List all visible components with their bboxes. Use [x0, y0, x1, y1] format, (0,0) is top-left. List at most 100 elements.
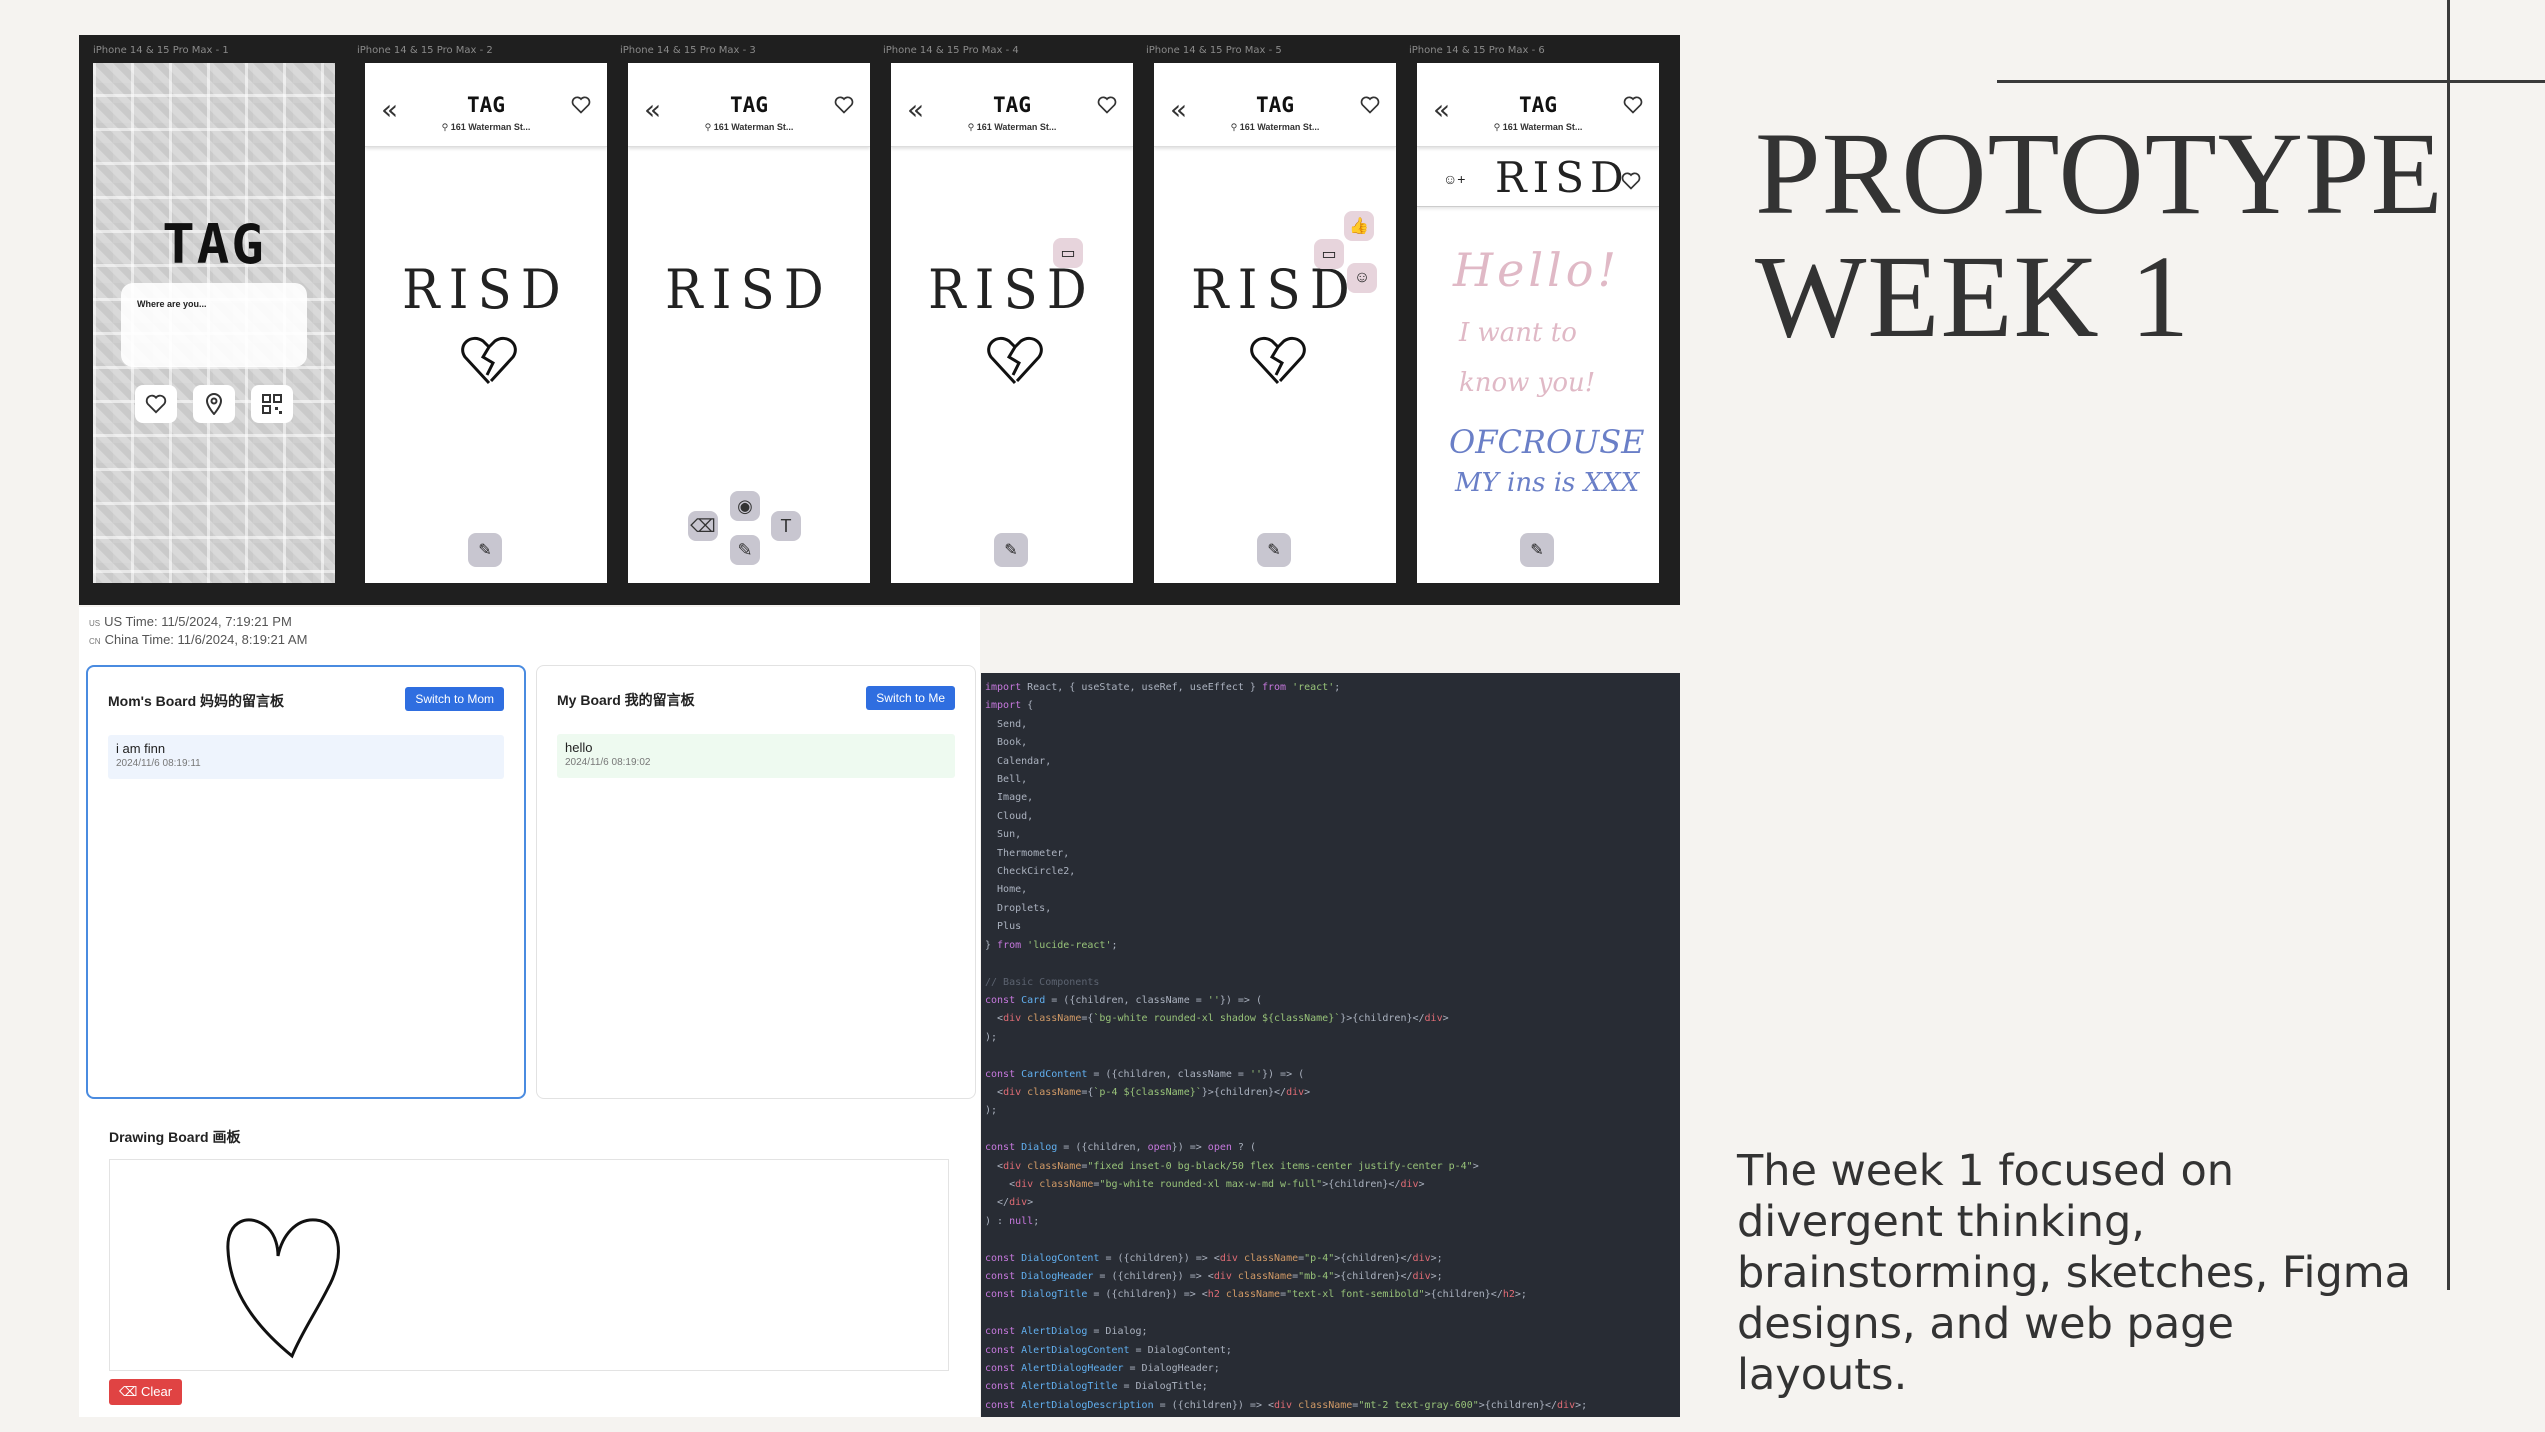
code-line: );: [985, 1031, 998, 1043]
frame-label: iPhone 14 & 15 Pro Max - 2: [357, 45, 493, 56]
code-line: const AlertDialogDescription = ({childre…: [985, 1399, 1588, 1411]
qr-code-icon: [262, 394, 282, 414]
heart-icon[interactable]: [1097, 95, 1117, 115]
heart-button[interactable]: [135, 385, 177, 423]
palette-button[interactable]: ◉: [730, 491, 760, 521]
location-button[interactable]: [193, 385, 235, 423]
china-time: CN China Time: 11/6/2024, 8:19:21 AM: [89, 632, 308, 647]
code-line: Plus: [985, 921, 1022, 933]
phone-frame-map[interactable]: TAG Where are you...: [93, 63, 335, 583]
handwriting-line: Hello!: [1453, 243, 1620, 297]
heart-icon[interactable]: [1360, 95, 1380, 115]
pen-button[interactable]: ✎: [1520, 533, 1554, 567]
phone-header: « TAG ⚲ 161 Waterman St...: [365, 63, 607, 147]
code-line: Book,: [985, 737, 1028, 749]
drawing-board: Drawing Board 画板 ⌫ Clear: [89, 1107, 969, 1412]
switch-to-me-button[interactable]: Switch to Me: [866, 686, 955, 710]
figma-frames-strip: iPhone 14 & 15 Pro Max - 1 TAG Where are…: [79, 35, 1680, 605]
frame-label: iPhone 14 & 15 Pro Max - 4: [883, 45, 1019, 56]
pencil-icon: ✎: [1530, 542, 1544, 559]
address-label: ⚲ 161 Waterman St...: [1493, 122, 1583, 132]
title-line-1: PROTOTYPE: [1755, 108, 2444, 239]
phone-header: « TAG ⚲ 161 Waterman St...: [891, 63, 1133, 147]
frame-label: iPhone 14 & 15 Pro Max - 5: [1146, 45, 1282, 56]
frame-label: iPhone 14 & 15 Pro Max - 1: [93, 45, 229, 56]
code-editor[interactable]: import React, { useState, useRef, useEff…: [981, 673, 1680, 1417]
pen-button[interactable]: ✎: [994, 533, 1028, 567]
web-board-app: US US Time: 11/5/2024, 7:19:21 PM CN China…: [79, 607, 980, 1417]
heart-icon[interactable]: [571, 95, 591, 115]
address-label: ⚲ 161 Waterman St...: [704, 122, 794, 132]
pencil-icon: ✎: [737, 539, 753, 560]
eraser-icon: ⌫: [690, 515, 716, 536]
message-item[interactable]: i am finn 2024/11/6 08:19:11: [108, 735, 504, 779]
like-button[interactable]: 👍: [1344, 211, 1374, 241]
clear-button[interactable]: ⌫ Clear: [109, 1379, 183, 1405]
message-timestamp: 2024/11/6 08:19:11: [116, 758, 201, 769]
eraser-button[interactable]: ⌫: [688, 511, 718, 541]
code-line: <div className={`bg-white rounded-xl sha…: [985, 1013, 1449, 1025]
heart-icon[interactable]: [1623, 95, 1643, 115]
qr-button[interactable]: [251, 385, 293, 423]
drawing-word: RISD: [1495, 153, 1630, 202]
code-line: const AlertDialogHeader = DialogHeader;: [985, 1363, 1220, 1375]
broken-heart-icon: [987, 336, 1043, 385]
text-tool-button[interactable]: T: [771, 511, 801, 541]
phone-header: « TAG ⚲ 161 Waterman St...: [628, 63, 870, 147]
my-board: My Board 我的留言板 Switch to Me hello 2024/1…: [536, 665, 976, 1099]
code-line: Home,: [985, 884, 1028, 896]
heart-icon[interactable]: [1621, 171, 1641, 191]
us-time: US US Time: 11/5/2024, 7:19:21 PM: [89, 614, 292, 629]
code-line: <div className={`p-4 ${className}`}>{chi…: [985, 1086, 1311, 1098]
phone-frame-5: « TAG ⚲ 161 Waterman St... RISD 👍 ▭ ☺ ✎: [1154, 63, 1396, 583]
message-item[interactable]: hello 2024/11/6 08:19:02: [557, 734, 955, 778]
drawing-canvas[interactable]: [109, 1159, 949, 1371]
switch-to-mom-button[interactable]: Switch to Mom: [405, 687, 504, 711]
add-friend-button[interactable]: ☺: [1347, 263, 1377, 293]
code-line: Send,: [985, 718, 1028, 730]
drawing-word: RISD: [665, 258, 833, 321]
heart-icon: [145, 394, 167, 414]
code-line: const AlertDialogContent = DialogContent…: [985, 1344, 1232, 1356]
heart-icon[interactable]: [834, 95, 854, 115]
code-line: Sun,: [985, 829, 1022, 841]
frame-label: iPhone 14 & 15 Pro Max - 6: [1409, 45, 1545, 56]
handwriting-line: OFCROUSE: [1449, 423, 1645, 461]
pen-button[interactable]: ✎: [730, 535, 760, 565]
user-plus-icon[interactable]: ☺+: [1443, 171, 1465, 187]
phone-frame-4: « TAG ⚲ 161 Waterman St... RISD ▭ ✎: [891, 63, 1133, 583]
board-title: My Board 我的留言板: [557, 692, 695, 708]
code-line: Calendar,: [985, 755, 1052, 767]
comment-icon: ▭: [1321, 246, 1337, 263]
location-pin-icon: [205, 393, 223, 415]
pen-button[interactable]: ✎: [1257, 533, 1291, 567]
cn-flag: CN: [89, 637, 101, 646]
code-line: const DialogHeader = ({children}) => <di…: [985, 1271, 1443, 1282]
address-label: ⚲ 161 Waterman St...: [1230, 122, 1320, 132]
code-line: const CardContent = ({children, classNam…: [985, 1068, 1305, 1080]
slide-description: The week 1 focused on divergent thinking…: [1737, 1146, 2411, 1400]
message-text: hello: [565, 740, 593, 755]
phone-header: « TAG ⚲ 161 Waterman St...: [1417, 63, 1659, 147]
code-line: <div className="bg-white rounded-xl max-…: [985, 1178, 1425, 1190]
phone-frame-2: « TAG ⚲ 161 Waterman St... RISD ✎: [365, 63, 607, 583]
broken-heart-icon: [1250, 336, 1306, 385]
broken-heart-icon: [461, 336, 517, 385]
frame-label: iPhone 14 & 15 Pro Max - 3: [620, 45, 756, 56]
code-line: Droplets,: [985, 902, 1052, 914]
pen-button[interactable]: ✎: [468, 533, 502, 567]
code-line: // Basic Components: [985, 976, 1100, 988]
comment-button[interactable]: ▭: [1053, 238, 1083, 268]
address-label: ⚲ 161 Waterman St...: [967, 122, 1057, 132]
code-lines: import React, { useState, useRef, useEff…: [985, 679, 1676, 1415]
code-line: const AlertDialog = Dialog;: [985, 1326, 1148, 1338]
comment-button[interactable]: ▭: [1314, 239, 1344, 269]
where-card[interactable]: Where are you...: [121, 283, 307, 367]
code-line: <div className="fixed inset-0 bg-black/5…: [985, 1160, 1479, 1172]
handwriting-line: MY ins is XXX: [1455, 468, 1640, 498]
slide-title: PROTOTYPE WEEK 1: [1755, 112, 2444, 358]
board-title: Mom's Board 妈妈的留言板: [108, 693, 285, 709]
